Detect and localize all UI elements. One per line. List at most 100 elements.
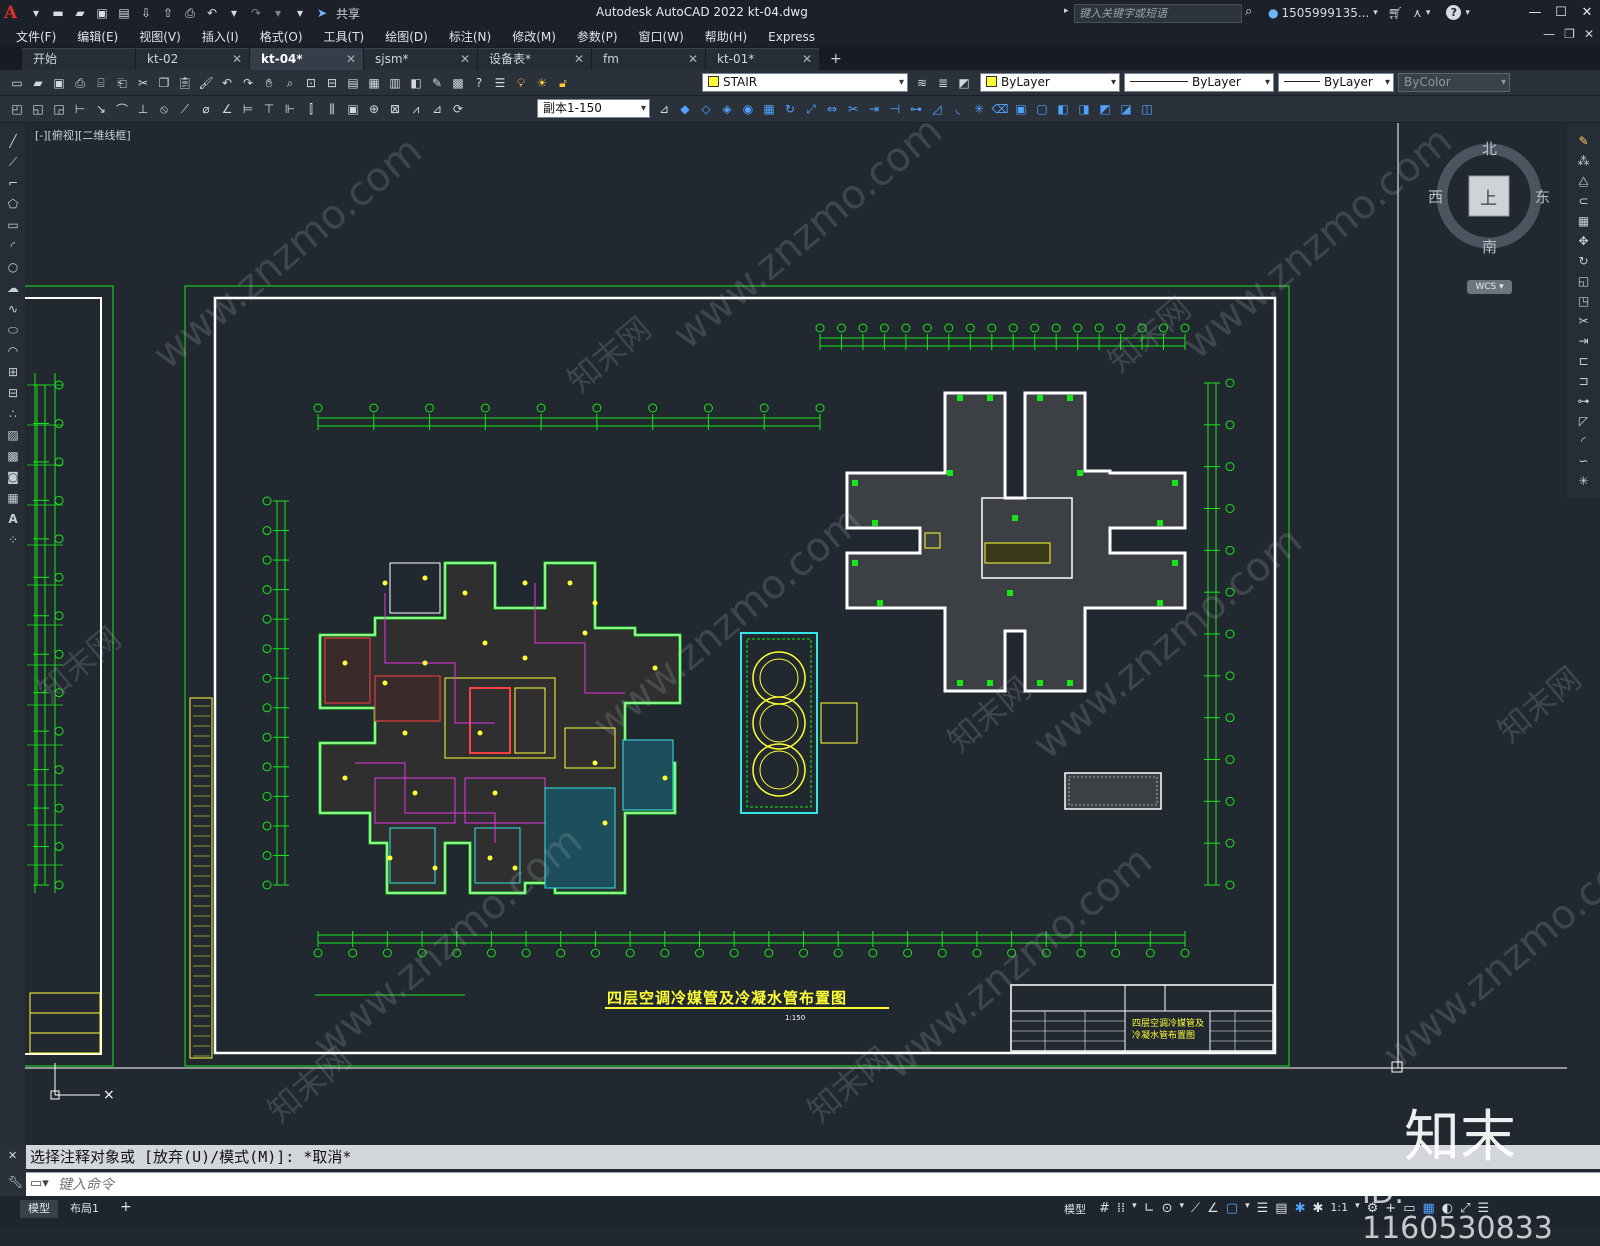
extend-icon[interactable]: ⇥ [865,100,883,118]
properties-icon[interactable]: ▤ [344,74,362,92]
dim-continue-icon[interactable]: ⊩ [281,100,299,118]
center-mark-icon[interactable]: ⊕ [365,100,383,118]
explode-icon[interactable]: ✳ [970,100,988,118]
spline-icon[interactable]: ∿ [4,300,22,318]
app-menu-arrow-icon[interactable]: ▾ [28,5,44,21]
fillet-icon[interactable]: ◟ [949,100,967,118]
layer-lock-icon[interactable]: 🔓︎ [554,74,572,92]
copy-object-icon[interactable]: ◇ [697,100,715,118]
make-block-icon[interactable]: ⊟ [4,384,22,402]
join-icon[interactable]: ⊶ [907,100,925,118]
make-current-layer-icon[interactable]: ≋ [913,74,931,92]
layer-dropdown[interactable]: STAIR ▾ [702,73,908,92]
dim-angular-icon[interactable]: ∠ [218,100,236,118]
osnap-dropdown-icon[interactable]: ▾ [1245,1201,1250,1217]
compass-west[interactable]: 西 [1428,186,1443,207]
dim-diameter-icon[interactable]: ⌀ [197,100,215,118]
command-customize-icon[interactable]: 🔧︎ [8,1175,23,1189]
grip-point[interactable] [1391,1061,1403,1073]
tab-close-icon[interactable]: ✕ [802,49,812,69]
add-selected-icon[interactable]: ⁘ [4,531,22,549]
tab-layout1[interactable]: 布局1 [62,1200,107,1218]
share-label[interactable]: 共享 [336,5,360,22]
tab-close-icon[interactable]: ✕ [346,49,356,69]
quick-dim-icon[interactable]: ⊨ [239,100,257,118]
rectangle-icon[interactable]: ▭ [4,216,22,234]
user-name[interactable]: 1505999135... [1281,6,1369,20]
open-file-icon[interactable]: ▰ [72,5,88,21]
doc-close-button[interactable]: ✕ [1584,27,1594,41]
scale-dropdown-icon[interactable]: ▾ [1355,1201,1360,1217]
command-line-handle[interactable]: ✕ 🔧︎ [0,1145,26,1196]
mtext-icon[interactable]: A [4,510,22,528]
dim-linear-icon[interactable]: ⊢ [71,100,89,118]
polygon-icon[interactable]: ⬠ [4,195,22,213]
copy-icon[interactable]: ❐ [155,74,173,92]
save-as-icon[interactable]: ▤ [116,5,132,21]
account-area[interactable]: ● 1505999135... ▾ 🛒︎ ⋏ ▾ ? ▾ [1268,5,1470,20]
stretch-icon[interactable]: ◳ [1575,292,1593,310]
dim-aligned-icon[interactable]: ↘ [92,100,110,118]
tolerance-icon[interactable]: ▣ [344,100,362,118]
annotation-scale[interactable]: 1:1 [1330,1201,1348,1217]
block-editor-icon[interactable]: ◰ [8,100,26,118]
circle-icon[interactable]: ○ [4,258,22,276]
doc-minimize-button[interactable]: — [1543,27,1555,41]
menu-format[interactable]: 格式(O) [260,28,303,45]
help-icon[interactable]: ? [470,74,488,92]
cut-icon[interactable]: ✂ [134,74,152,92]
add-layout-button[interactable]: + [112,1198,140,1216]
drawing-canvas[interactable]: 四层空调冷媒管及冷凝水管布置图 1:150 四层空调冷媒管及 冷凝水管布置图 × [25,123,1567,1145]
calculator-icon[interactable]: ▩ [449,74,467,92]
isolate-icon[interactable]: ◩ [1096,100,1114,118]
snap-icon[interactable]: ⁞⁞ [1117,1201,1125,1217]
user-dropdown-icon[interactable]: ▾ [1373,8,1378,18]
chamfer-icon[interactable]: ◿ [928,100,946,118]
menu-parametric[interactable]: 参数(P) [577,28,618,45]
autodesk-app-icon[interactable]: ⋏ [1413,6,1422,20]
design-center-icon[interactable]: ▦ [365,74,383,92]
scale-icon[interactable]: ◱ [1575,272,1593,290]
dim-style-dropdown[interactable]: 副本1-150 ▾ [537,99,650,118]
publish-icon[interactable]: ⎗ [113,74,131,92]
blend-curves-icon[interactable]: ∽ [1575,452,1593,470]
mirror-icon[interactable]: ◈ [718,100,736,118]
erase-icon[interactable]: ⌫ [991,100,1009,118]
inspection-icon[interactable]: ⊠ [386,100,404,118]
zoom-realtime-icon[interactable]: ⌕ [281,74,299,92]
grid-icon[interactable]: # [1099,1201,1110,1217]
import-icon[interactable]: ⇩ [138,5,154,21]
offset-icon[interactable]: ⊂ [1575,192,1593,210]
menu-file[interactable]: 文件(F) [16,28,56,45]
info-arrow-icon[interactable]: ▸ [1064,6,1069,16]
menu-edit[interactable]: 编辑(E) [77,28,118,45]
array-icon[interactable]: ▦ [760,100,778,118]
ungroup-icon[interactable]: ▢ [1033,100,1051,118]
new-tab-button[interactable]: + [830,48,842,70]
menu-draw[interactable]: 绘图(D) [385,28,428,45]
plot-preview-icon[interactable]: ⌸ [92,74,110,92]
join-icon[interactable]: ⊶ [1575,392,1593,410]
autocad-logo-icon[interactable]: A [4,3,22,23]
rotate-icon[interactable]: ↻ [1575,252,1593,270]
draworder-back-icon[interactable]: ◨ [1075,100,1093,118]
menu-dimension[interactable]: 标注(N) [449,28,491,45]
new-icon[interactable]: ▭ [8,74,26,92]
break-icon[interactable]: ⊐ [1575,372,1593,390]
polar-dropdown-icon[interactable]: ▾ [1180,1201,1185,1217]
polyline-icon[interactable]: ⌐ [4,174,22,192]
menu-help[interactable]: 帮助(H) [705,28,747,45]
osnap-tracking-icon[interactable]: ∠ [1207,1201,1219,1217]
doc-restore-button[interactable]: ❐ [1564,27,1575,41]
construction-line-icon[interactable]: ⟋ [4,153,22,171]
markup-icon[interactable]: ✎ [428,74,446,92]
tab-start[interactable]: 开始 [22,48,135,70]
match-properties-icon[interactable]: 🖌︎ [197,74,215,92]
compass-east[interactable]: 东 [1535,186,1550,207]
line-tool-icon[interactable]: ╱ [4,132,22,150]
move-icon[interactable]: ✥ [1575,232,1593,250]
break-at-point-icon[interactable]: ⊏ [1575,352,1593,370]
model-space-button[interactable]: 模型 [1064,1201,1086,1217]
break-icon[interactable]: ⊣ [886,100,904,118]
explode-icon[interactable]: ✳ [1575,472,1593,490]
